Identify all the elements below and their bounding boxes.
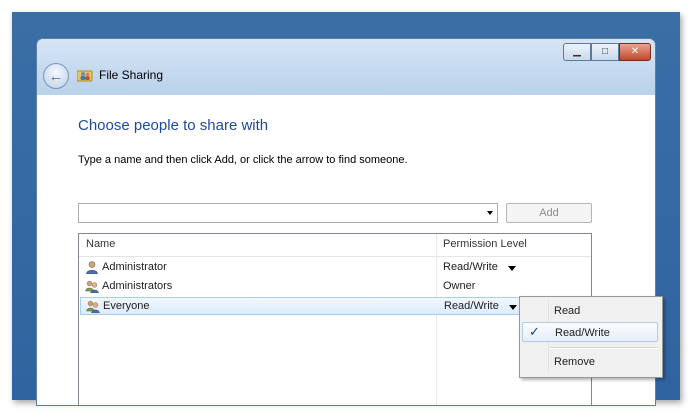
chevron-down-icon[interactable]: [487, 211, 493, 215]
menu-item-label: Read/Write: [555, 327, 610, 339]
page-heading: Choose people to share with: [78, 117, 269, 134]
menu-item-remove[interactable]: Remove: [522, 352, 658, 372]
maximize-icon: □: [601, 46, 609, 57]
file-sharing-icon: [76, 68, 93, 82]
table-row-selected[interactable]: Everyone Read/Write: [80, 297, 590, 315]
user-icon: [85, 261, 99, 275]
row-name: Administrator: [102, 261, 167, 273]
column-header-permission[interactable]: Permission Level: [443, 238, 527, 250]
menu-item-label: Read: [554, 305, 581, 317]
group-icon: [86, 300, 100, 314]
close-button[interactable]: ✕: [619, 43, 651, 61]
window-title: File Sharing: [76, 68, 164, 82]
column-header-name[interactable]: Name: [86, 238, 115, 250]
window-title-text: File Sharing: [99, 68, 164, 82]
window-controls: ▁ □ ✕: [563, 43, 651, 61]
row-name: Administrators: [102, 280, 173, 292]
menu-item-read[interactable]: Read: [522, 301, 658, 321]
permission-dropdown-icon[interactable]: [508, 266, 516, 271]
minimize-button[interactable]: ▁: [563, 43, 591, 61]
table-row[interactable]: Administrators Owner: [80, 278, 590, 296]
instruction-text: Type a name and then click Add, or click…: [78, 154, 408, 166]
row-permission[interactable]: Read/Write: [443, 261, 498, 273]
name-combo-input[interactable]: [78, 203, 498, 223]
close-icon: ✕: [630, 46, 640, 57]
permission-dropdown-icon[interactable]: [509, 305, 517, 310]
checkmark-icon: ✓: [529, 324, 540, 339]
maximize-button[interactable]: □: [591, 43, 619, 61]
table-header: Name Permission Level: [79, 234, 591, 257]
row-permission[interactable]: Read/Write: [444, 300, 499, 312]
table-row[interactable]: Administrator Read/Write: [80, 259, 590, 277]
group-icon: [85, 280, 99, 294]
permission-menu: Read ✓ Read/Write Remove: [519, 296, 663, 378]
title-bar: ▁ □ ✕ ← File Sharing: [37, 39, 655, 95]
add-button[interactable]: Add: [506, 203, 592, 223]
back-button[interactable]: ←: [43, 63, 69, 89]
menu-item-label: Remove: [554, 356, 595, 368]
menu-item-read-write[interactable]: ✓ Read/Write: [522, 322, 658, 342]
back-arrow-icon: ←: [48, 67, 64, 85]
row-permission: Owner: [443, 280, 476, 292]
sharing-table: Name Permission Level Administrator Read…: [78, 233, 592, 405]
minimize-icon: ▁: [573, 46, 581, 57]
menu-separator: [550, 347, 658, 349]
row-name: Everyone: [103, 300, 150, 312]
